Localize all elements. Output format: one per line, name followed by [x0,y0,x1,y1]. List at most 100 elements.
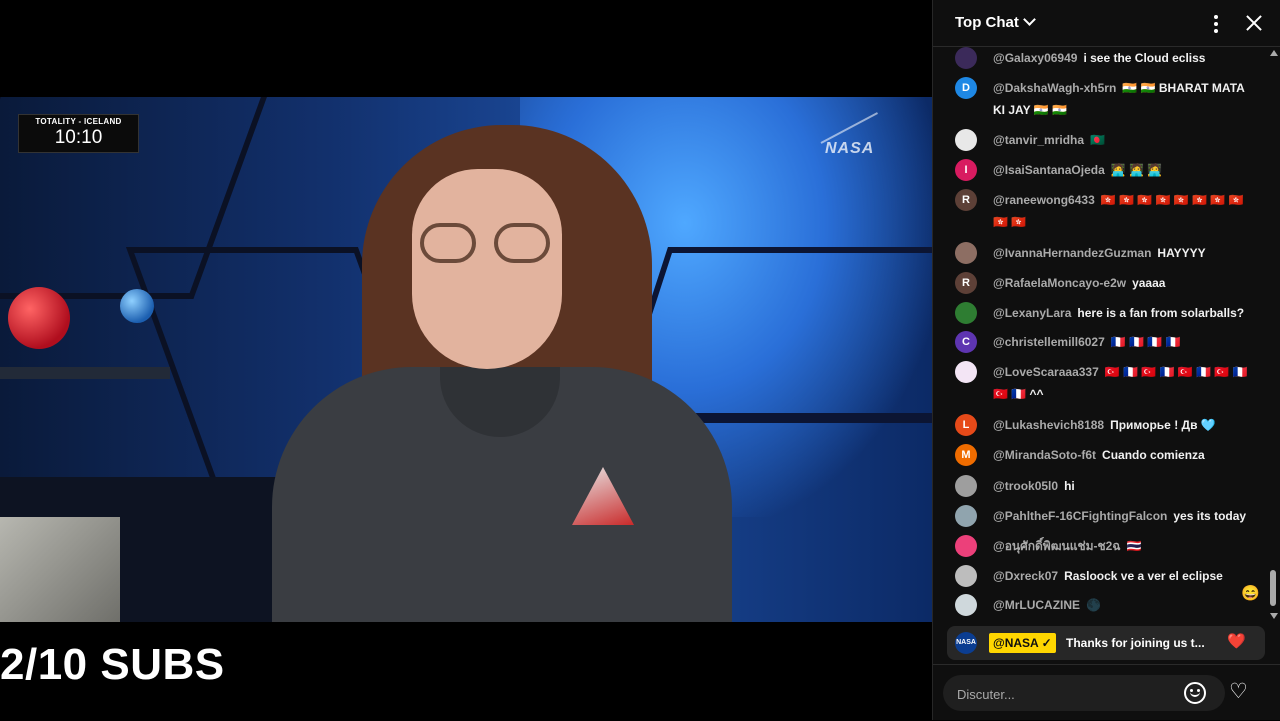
chat-message[interactable]: @IvannaHernandezGuzman HAYYYY [955,242,1255,264]
chat-message[interactable]: @LexanyLara here is a fan from solarballs… [955,302,1255,324]
avatar[interactable]: I [955,159,977,181]
chat-message-body: @raneewong6433 🇭🇰 🇭🇰 🇭🇰 🇭🇰 🇭🇰 🇭🇰 🇭🇰 🇭🇰 🇭🇰… [993,189,1255,233]
chat-message-text: 🇹🇭 [1126,539,1142,553]
chat-message[interactable]: R @raneewong6433 🇭🇰 🇭🇰 🇭🇰 🇭🇰 🇭🇰 🇭🇰 🇭🇰 🇭🇰 🇭… [955,189,1255,233]
chat-author[interactable]: @PahltheF-16CFightingFalcon [993,509,1167,523]
chat-message[interactable]: @อนุศักดิ์พิฒนแช่ม-ช2ฉ 🇹🇭 [955,535,1255,557]
chat-message-text: HAYYYY [1157,246,1206,260]
chat-message-text: 🇫🇷 🇫🇷 🇫🇷 🇫🇷 [1110,335,1181,349]
orrery-planet-red [8,287,70,349]
heart-icon: ❤️ [1227,633,1246,650]
chat-message-text: 🌑 [1086,598,1101,612]
chat-message-body: @IsaiSantanaOjeda 🧑‍💻 🧑‍💻 🧑‍💻 [993,159,1255,181]
avatar[interactable] [955,535,977,557]
avatar[interactable]: M [955,444,977,466]
chat-author[interactable]: @LoveScaraaa337 [993,365,1099,379]
avatar[interactable] [955,242,977,264]
live-chat-panel: Top Chat @Galaxy06949 i see the Cloud ecl… [932,0,1280,720]
totality-badge: TOTALITY - ICELAND 10:10 [18,114,139,153]
presenter-glasses [420,223,558,265]
avatar[interactable] [955,47,977,69]
avatar[interactable]: D [955,77,977,99]
chat-author[interactable]: @tanvir_mridha [993,133,1084,147]
chat-author[interactable]: @trook05l0 [993,479,1058,493]
chat-message-list[interactable]: @Galaxy06949 i see the Cloud ecliss D @Daks… [933,46,1263,620]
chat-author[interactable]: @IvannaHernandezGuzman [993,246,1151,260]
avatar[interactable]: C [955,331,977,353]
chat-message-body: @LexanyLara here is a fan from solarballs… [993,302,1255,324]
chat-scrollbar[interactable] [1267,46,1279,620]
chat-message[interactable]: @Dxreck07 Rasloock ve a ver el eclipse [955,565,1255,587]
chat-author[interactable]: @IsaiSantanaOjeda [993,163,1105,177]
chat-message[interactable]: @MrLUCAZINE 🌑 [955,594,1255,616]
chat-input[interactable] [955,677,1181,711]
emoji-picker-icon[interactable] [1184,682,1206,704]
avatar[interactable]: R [955,272,977,294]
chevron-down-icon [1023,13,1036,26]
scroll-up-arrow-icon[interactable] [1270,50,1278,56]
chat-input-area: ♡ [933,664,1280,721]
chat-message-body: @trook05l0 hi [993,475,1255,497]
chat-message-body: @PahltheF-16CFightingFalcon yes its today [993,505,1255,527]
chat-message[interactable]: @PahltheF-16CFightingFalcon yes its today [955,505,1255,527]
chat-message[interactable]: D @DakshaWagh-xh5rn 🇮🇳 🇮🇳 BHARAT MATA KI J… [955,77,1255,121]
video-player[interactable] [0,97,932,622]
chat-title: Top Chat [955,14,1019,31]
chat-message[interactable]: I @IsaiSantanaOjeda 🧑‍💻 🧑‍💻 🧑‍💻 [955,159,1255,181]
pinned-message[interactable]: NASA @NASA ✓ Thanks for joining us t... … [947,626,1265,660]
avatar[interactable] [955,129,977,151]
heart-reaction-icon[interactable]: ♡ [1229,680,1248,704]
pinned-message-text: Thanks for joining us t... [1066,636,1205,650]
chat-message-text: i see the Cloud ecliss [1083,51,1206,65]
chat-author[interactable]: @Lukashevich8188 [993,418,1104,432]
chat-message[interactable]: R @RafaelaMoncayo-e2w yaaaa [955,272,1255,294]
studio-monitor [0,517,120,622]
avatar[interactable] [955,475,977,497]
chat-message-body: @MirandaSoto-f6t Cuando comienza [993,444,1255,466]
chat-message-body: @อนุศักดิ์พิฒนแช่ม-ช2ฉ 🇹🇭 [993,535,1255,557]
scroll-down-arrow-icon[interactable] [1270,613,1278,619]
avatar[interactable] [955,594,977,616]
chat-author[interactable]: @Galaxy06949 [993,51,1077,65]
avatar[interactable] [955,302,977,324]
avatar[interactable] [955,565,977,587]
avatar[interactable]: R [955,189,977,211]
avatar[interactable]: L [955,414,977,436]
chat-message[interactable]: @tanvir_mridha 🇧🇩 [955,129,1255,151]
presenter-face [412,169,562,369]
scrollbar-thumb[interactable] [1270,570,1276,606]
chat-author[interactable]: @RafaelaMoncayo-e2w [993,276,1126,290]
chat-message[interactable]: L @Lukashevich8188 Приморье ! Дв 🩵 [955,414,1255,436]
chat-message-body: @Galaxy06949 i see the Cloud ecliss [993,47,1255,69]
chat-author[interactable]: @Dxreck07 [993,569,1058,583]
floating-reaction-emoji: 😄 [1241,585,1260,602]
chat-message-text: Приморье ! Дв 🩵 [1110,418,1216,432]
close-icon[interactable] [1244,13,1264,33]
chat-author[interactable]: @DakshaWagh-xh5rn [993,81,1116,95]
chat-message[interactable]: M @MirandaSoto-f6t Cuando comienza [955,444,1255,466]
avatar[interactable] [955,361,977,383]
chat-author[interactable]: @MrLUCAZINE [993,598,1080,612]
chat-message-text: hi [1064,479,1075,493]
chat-message-text: yes its today [1173,509,1247,523]
nasa-watermark: NASA [825,140,875,157]
chat-message[interactable]: @Galaxy06949 i see the Cloud ecliss [955,47,1255,69]
chat-mode-dropdown[interactable]: Top Chat [955,13,1036,31]
chat-message-text: Cuando comienza [1102,448,1205,462]
chat-message-text: 🧑‍💻 🧑‍💻 🧑‍💻 [1110,163,1163,177]
subs-overlay-text: 2/10 SUBS [0,640,225,689]
chat-message[interactable]: @trook05l0 hi [955,475,1255,497]
avatar[interactable] [955,505,977,527]
chat-author[interactable]: @LexanyLara [993,306,1071,320]
chat-message-body: @Lukashevich8188 Приморье ! Дв 🩵 [993,414,1255,436]
more-options-icon[interactable] [1211,14,1221,33]
chat-message-body: @christellemill6027 🇫🇷 🇫🇷 🇫🇷 🇫🇷 [993,331,1255,353]
chat-author[interactable]: @อนุศักดิ์พิฒนแช่ม-ช2ฉ [993,539,1121,553]
chat-message-text: 🇧🇩 [1090,133,1106,147]
chat-message[interactable]: C @christellemill6027 🇫🇷 🇫🇷 🇫🇷 🇫🇷 [955,331,1255,353]
chat-author[interactable]: @raneewong6433 [993,193,1095,207]
chat-message[interactable]: @LoveScaraaa337 🇹🇷 🇫🇷 🇹🇷 🇫🇷 🇹🇷 🇫🇷 🇹🇷 🇫🇷 🇹… [955,361,1255,405]
chat-message-body: @RafaelaMoncayo-e2w yaaaa [993,272,1255,294]
chat-author[interactable]: @christellemill6027 [993,335,1105,349]
chat-author[interactable]: @MirandaSoto-f6t [993,448,1096,462]
